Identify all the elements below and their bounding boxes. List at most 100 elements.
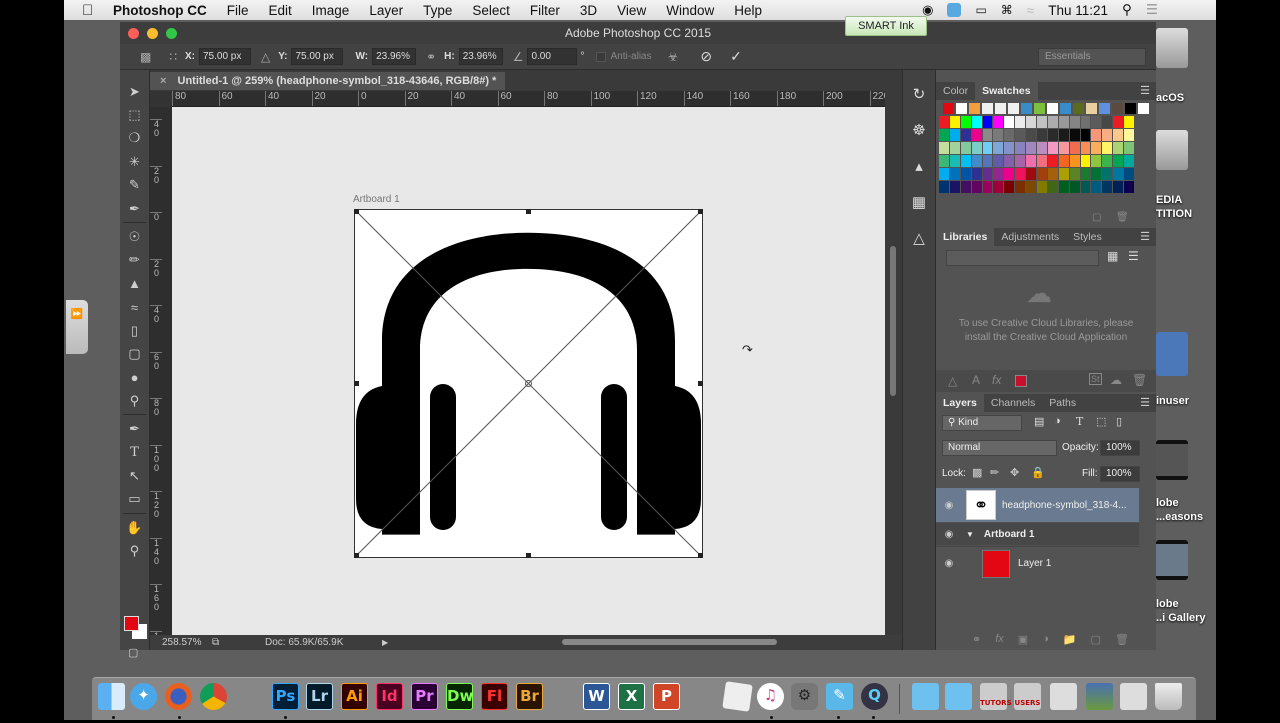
width-input[interactable]: 23.96% (372, 48, 417, 65)
fill-input[interactable]: 100% (1100, 466, 1140, 482)
swatch[interactable] (1091, 116, 1102, 128)
swatch[interactable] (949, 116, 960, 128)
panel-menu-icon[interactable]: ☰ (1140, 396, 1150, 409)
swatch[interactable] (960, 168, 971, 180)
image-stack-icon[interactable] (1086, 683, 1113, 710)
swatch[interactable] (971, 155, 982, 167)
add-text-icon[interactable]: A (972, 373, 980, 387)
lock-all-icon[interactable]: 🔒 (1031, 466, 1045, 479)
tab-color[interactable]: Color (936, 82, 975, 100)
screenshot-thumbnail-icon[interactable] (1156, 440, 1188, 480)
swatch[interactable] (1080, 116, 1091, 128)
menu-type[interactable]: Type (423, 3, 452, 18)
notes-icon[interactable]: ✎ (826, 683, 853, 710)
swatch[interactable] (1069, 129, 1080, 141)
swatch[interactable] (1047, 155, 1058, 167)
swatch[interactable] (1058, 142, 1069, 154)
swatch[interactable] (960, 116, 971, 128)
swatch[interactable] (1015, 155, 1026, 167)
filter-smart-object-icon[interactable]: ▯ (1116, 415, 1122, 428)
swatch[interactable] (1037, 181, 1047, 193)
swatch[interactable] (982, 103, 993, 114)
swatch[interactable] (982, 129, 993, 141)
eraser-tool-icon[interactable]: ▯ (120, 319, 149, 342)
filter-shape-icon[interactable]: ⬚ (1096, 415, 1106, 428)
swatch[interactable] (1080, 142, 1091, 154)
swatch[interactable] (1037, 168, 1047, 180)
swatch[interactable] (1047, 142, 1058, 154)
canvas-area[interactable]: Artboard 1 ↷ (172, 107, 885, 635)
swatch[interactable] (1069, 181, 1080, 193)
swatch[interactable] (1091, 155, 1102, 167)
swatch[interactable] (1113, 142, 1124, 154)
export-icon[interactable]: ⧉ (212, 635, 219, 650)
swatch[interactable] (982, 181, 993, 193)
delete-swatch-icon[interactable]: 🗑 (1116, 212, 1129, 223)
swatch[interactable] (1026, 116, 1037, 128)
swatch[interactable] (960, 142, 971, 154)
filter-adjustment-icon[interactable]: ◑ (1054, 415, 1061, 427)
swatch[interactable] (1015, 142, 1026, 154)
swatch[interactable] (949, 155, 960, 167)
desktop-label-seasons[interactable]: lobe ...easons (1156, 496, 1203, 524)
swatch[interactable] (1124, 129, 1135, 141)
swatch[interactable] (1124, 155, 1135, 167)
swatch[interactable] (971, 181, 982, 193)
swatch[interactable] (1138, 103, 1149, 114)
swatch[interactable] (1004, 116, 1015, 128)
tab-paths[interactable]: Paths (1042, 394, 1083, 412)
desktop-label-inuser[interactable]: inuser (1156, 395, 1189, 407)
cancel-transform-icon[interactable]: ⊘ (700, 48, 712, 65)
histogram-panel-icon[interactable]: ▴ (903, 148, 935, 184)
history-brush-tool-icon[interactable]: ≈ (120, 296, 149, 319)
visibility-eye-icon[interactable]: ◉ (936, 500, 962, 511)
swatch[interactable] (1015, 129, 1026, 141)
visibility-eye-icon[interactable]: ◉ (936, 529, 962, 540)
swatch[interactable] (982, 155, 993, 167)
swatch[interactable] (1080, 168, 1091, 180)
stock-icon[interactable]: St (1089, 373, 1102, 385)
users-stack-icon[interactable]: USERS (1014, 683, 1041, 710)
layer-row-artboard[interactable]: ◉ ▼ Artboard 1 (936, 523, 1139, 545)
swatch[interactable] (1124, 168, 1135, 180)
swatch[interactable] (1004, 129, 1015, 141)
swatch[interactable] (969, 103, 980, 114)
lock-position-icon[interactable]: ✥ (1010, 466, 1019, 479)
desktop-label-gallery[interactable]: lobe ..i Gallery (1156, 597, 1206, 625)
swatch[interactable] (1091, 129, 1102, 141)
swatch[interactable] (1058, 181, 1069, 193)
swatch[interactable] (993, 116, 1004, 128)
p-app-icon[interactable]: P (653, 683, 680, 710)
swatch[interactable] (1124, 181, 1135, 193)
antialias-checkbox[interactable] (596, 51, 607, 62)
quicktime-icon[interactable]: Q (861, 683, 888, 710)
zoom-level[interactable]: 258.57% (162, 635, 201, 650)
lock-image-icon[interactable]: ✏ (990, 466, 999, 479)
swatch[interactable] (939, 129, 949, 141)
folder-icon[interactable] (912, 683, 939, 710)
swatch[interactable] (1058, 155, 1069, 167)
document-tab[interactable]: × Untitled-1 @ 259% (headphone-symbol_31… (150, 72, 505, 90)
swatch[interactable] (1102, 129, 1113, 141)
swatch[interactable] (971, 142, 982, 154)
swatch[interactable] (1102, 181, 1113, 193)
visibility-eye-icon[interactable]: ◉ (936, 558, 962, 569)
system-preferences-icon[interactable]: ⚙ (791, 683, 818, 710)
desktop-label-macos[interactable]: acOS (1156, 92, 1184, 104)
swatch[interactable] (1091, 168, 1102, 180)
healing-brush-tool-icon[interactable]: ☉ (120, 225, 149, 248)
layer-row-layer1[interactable]: ◉ Layer 1 (936, 546, 1139, 580)
swatch[interactable] (1124, 116, 1135, 128)
clone-stamp-tool-icon[interactable]: ▲ (120, 272, 149, 295)
relative-position-icon[interactable]: △ (261, 50, 270, 64)
dw-app-icon[interactable]: Dw (446, 683, 473, 710)
artboard-label[interactable]: Artboard 1 (353, 194, 400, 205)
add-style-icon[interactable]: fx (992, 373, 1001, 387)
swatch[interactable] (1073, 103, 1084, 114)
transform-panel-icon[interactable]: △ (903, 220, 935, 256)
menu-help[interactable]: Help (734, 3, 762, 18)
menu-filter[interactable]: Filter (530, 3, 560, 18)
swatch[interactable] (1091, 142, 1102, 154)
finder-icon[interactable] (98, 683, 125, 710)
swatch[interactable] (1004, 155, 1015, 167)
